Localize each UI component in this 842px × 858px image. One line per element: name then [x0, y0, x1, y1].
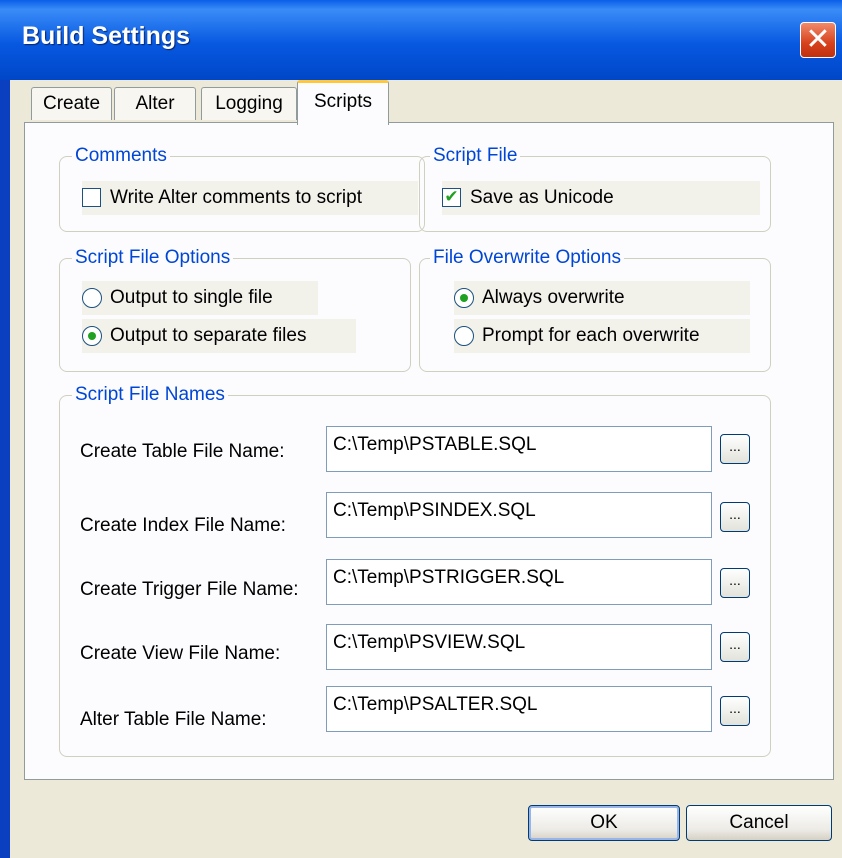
create-table-file-input[interactable]: C:\Temp\PSTABLE.SQL — [326, 426, 712, 472]
create-index-file-label: Create Index File Name: — [80, 515, 286, 536]
create-trigger-file-input[interactable]: C:\Temp\PSTRIGGER.SQL — [326, 559, 712, 605]
script-file-names-group-label: Script File Names — [72, 383, 228, 407]
save-as-unicode-label: Save as Unicode — [470, 187, 614, 208]
radio-unselected-icon — [82, 288, 102, 308]
radio-unselected-icon — [454, 326, 474, 346]
alter-table-file-input[interactable]: C:\Temp\PSALTER.SQL — [326, 686, 712, 732]
checkbox-checked-icon: ✔ — [442, 188, 461, 207]
tab-create[interactable]: Create — [31, 87, 112, 120]
file-overwrite-options-group: File Overwrite Options Always overwrite … — [419, 246, 771, 372]
always-overwrite-radio[interactable]: Always overwrite — [454, 281, 750, 315]
tab-panel-scripts: Comments Write Alter comments to script … — [24, 122, 834, 780]
create-trigger-browse-button[interactable]: ... — [720, 568, 750, 598]
write-alter-comments-checkbox[interactable]: Write Alter comments to script — [82, 181, 418, 215]
script-file-names-group: Script File Names Create Table File Name… — [59, 383, 771, 757]
output-separate-files-radio[interactable]: Output to separate files — [82, 319, 356, 353]
tab-scripts[interactable]: Scripts — [297, 80, 389, 125]
output-single-file-label: Output to single file — [110, 287, 273, 308]
tab-alter[interactable]: Alter — [114, 87, 196, 120]
prompt-each-overwrite-label: Prompt for each overwrite — [482, 325, 700, 346]
comments-group-label: Comments — [72, 144, 170, 168]
close-button[interactable]: ✕ — [800, 22, 836, 58]
create-view-file-input[interactable]: C:\Temp\PSVIEW.SQL — [326, 624, 712, 670]
comments-group: Comments Write Alter comments to script — [59, 144, 425, 232]
script-file-options-group: Script File Options Output to single fil… — [59, 246, 411, 372]
create-trigger-file-label: Create Trigger File Name: — [80, 579, 299, 600]
radio-selected-icon — [82, 326, 102, 346]
window-title: Build Settings — [22, 22, 191, 50]
ok-button[interactable]: OK — [528, 805, 680, 841]
title-bar[interactable]: Build Settings ✕ — [0, 0, 842, 80]
create-view-browse-button[interactable]: ... — [720, 632, 750, 662]
alter-table-browse-button[interactable]: ... — [720, 696, 750, 726]
script-file-options-group-label: Script File Options — [72, 246, 234, 270]
create-table-file-label: Create Table File Name: — [80, 441, 285, 462]
file-overwrite-options-group-label: File Overwrite Options — [430, 246, 624, 270]
output-separate-files-label: Output to separate files — [110, 325, 307, 346]
prompt-each-overwrite-radio[interactable]: Prompt for each overwrite — [454, 319, 750, 353]
write-alter-comments-label: Write Alter comments to script — [110, 187, 362, 208]
close-icon: ✕ — [805, 22, 831, 57]
always-overwrite-label: Always overwrite — [482, 287, 625, 308]
output-single-file-radio[interactable]: Output to single file — [82, 281, 318, 315]
cancel-button[interactable]: Cancel — [686, 805, 832, 841]
build-settings-window: Build Settings ✕ Create Alter Logging Sc… — [0, 0, 842, 858]
radio-selected-icon — [454, 288, 474, 308]
alter-table-file-label: Alter Table File Name: — [80, 709, 267, 730]
save-as-unicode-checkbox[interactable]: ✔ Save as Unicode — [442, 181, 760, 215]
tab-logging[interactable]: Logging — [201, 87, 297, 120]
checkbox-unchecked-icon — [82, 188, 101, 207]
create-table-browse-button[interactable]: ... — [720, 434, 750, 464]
window-frame — [0, 80, 10, 858]
create-view-file-label: Create View File Name: — [80, 643, 281, 664]
create-index-browse-button[interactable]: ... — [720, 502, 750, 532]
create-index-file-input[interactable]: C:\Temp\PSINDEX.SQL — [326, 492, 712, 538]
script-file-group: Script File ✔ Save as Unicode — [419, 144, 771, 232]
script-file-group-label: Script File — [430, 144, 521, 168]
